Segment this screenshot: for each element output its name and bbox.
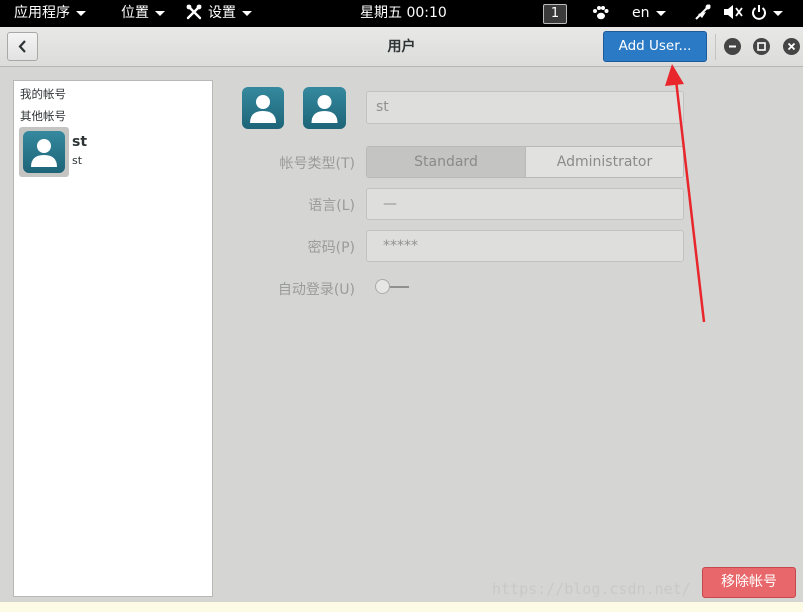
back-button[interactable]	[7, 32, 38, 61]
system-menu[interactable]	[751, 0, 783, 27]
places-menu[interactable]: 位置	[121, 0, 165, 27]
places-menu-label: 位置	[121, 5, 149, 21]
remove-account-button[interactable]: 移除帐号	[702, 567, 796, 598]
auto-login-label: 自动登录(U)	[277, 282, 355, 298]
power-icon	[752, 5, 766, 20]
account-type-label: 帐号类型(T)	[279, 156, 355, 172]
clock[interactable]: 星期五 00:10	[360, 0, 447, 27]
user-avatar-button[interactable]	[242, 87, 284, 129]
content-area: 我的帐号 其他帐号 st st st 帐号类型(T) Standard Admi…	[0, 67, 803, 602]
tools-icon	[186, 4, 202, 20]
user-list-panel: 我的帐号 其他帐号 st st	[13, 80, 213, 597]
password-button[interactable]: *****	[366, 230, 684, 262]
language-label: 语言(L)	[308, 198, 355, 214]
add-user-button[interactable]: Add User...	[603, 31, 707, 62]
language-button[interactable]: —	[366, 188, 684, 220]
account-type-toggle: Standard Administrator	[366, 146, 684, 178]
avatar	[19, 127, 69, 177]
password-label: 密码(P)	[307, 240, 355, 256]
input-language-label: en	[632, 5, 650, 21]
other-accounts-heading: 其他帐号	[20, 109, 66, 123]
maximize-button[interactable]	[753, 38, 770, 55]
applications-menu[interactable]: 应用程序	[14, 0, 86, 27]
minimize-button[interactable]	[724, 38, 741, 55]
close-button[interactable]	[783, 38, 800, 55]
switch-knob	[375, 279, 390, 294]
auto-login-switch[interactable]	[373, 279, 413, 295]
network-disconnected-icon	[695, 4, 711, 20]
user-avatar-icon	[250, 95, 276, 123]
volume-muted-icon	[724, 5, 743, 19]
network-status[interactable]	[693, 0, 713, 27]
header-bar: 用户 Add User...	[0, 27, 803, 67]
bottom-strip	[0, 602, 803, 612]
user-avatar-icon	[311, 95, 338, 123]
top-panel: 应用程序 位置 设置 星期五 00:10 1 en	[0, 0, 803, 27]
settings-menu[interactable]: 设置	[186, 0, 252, 27]
user-display-name: st	[72, 134, 88, 150]
applications-menu-label: 应用程序	[14, 5, 70, 21]
full-name-field[interactable]: st	[366, 91, 684, 124]
minimize-icon	[729, 45, 736, 48]
volume-status[interactable]	[722, 0, 744, 27]
paw-icon	[593, 6, 609, 20]
chevron-down-icon	[773, 10, 783, 16]
chevron-down-icon	[655, 10, 666, 16]
chevron-left-icon	[18, 40, 26, 53]
chevron-down-icon	[76, 10, 86, 16]
my-account-heading: 我的帐号	[20, 87, 66, 101]
header-separator	[715, 34, 716, 60]
maximize-icon	[757, 42, 766, 51]
account-type-administrator[interactable]: Administrator	[526, 147, 683, 177]
user-avatar-icon	[23, 131, 65, 173]
input-source-menu[interactable]: en	[632, 0, 666, 27]
user-list-item[interactable]: st st	[17, 127, 211, 179]
user-username: st	[72, 154, 83, 167]
settings-menu-label: 设置	[208, 5, 236, 21]
chevron-down-icon	[155, 10, 165, 16]
workspace-indicator[interactable]: 1	[543, 0, 567, 27]
fingerprint-avatar-button[interactable]	[303, 87, 346, 129]
chevron-down-icon	[242, 10, 252, 16]
accessibility-menu[interactable]	[592, 0, 609, 27]
close-icon	[787, 42, 796, 51]
account-type-standard[interactable]: Standard	[367, 147, 526, 177]
workspace-number: 1	[543, 4, 567, 24]
